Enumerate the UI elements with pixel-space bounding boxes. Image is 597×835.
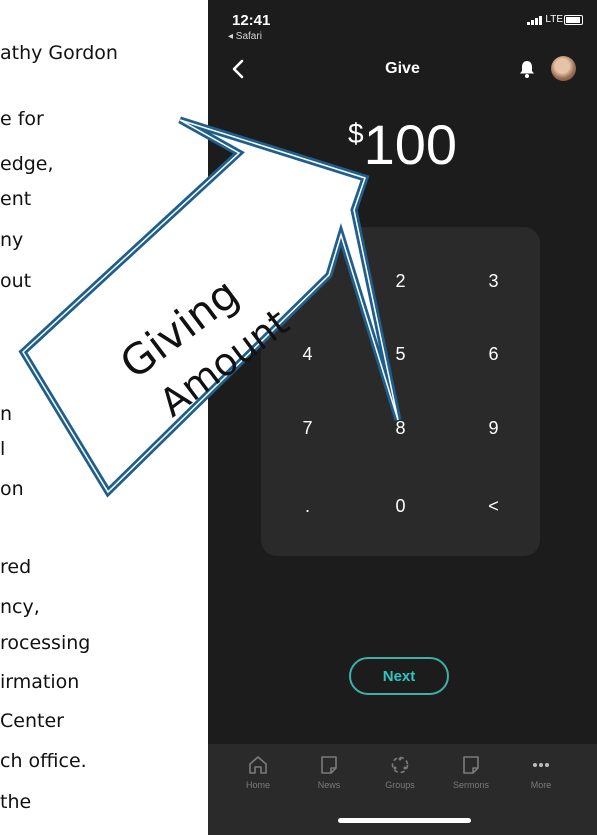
doc-line: the — [0, 791, 32, 813]
key-8[interactable]: 8 — [354, 389, 447, 467]
key-1[interactable]: 1 — [261, 242, 354, 320]
key-9[interactable]: 9 — [447, 389, 540, 467]
news-icon — [321, 756, 337, 774]
doc-line: athy Gordon — [0, 42, 118, 64]
back-to-app-link[interactable]: ◂ Safari — [228, 31, 262, 42]
tab-groups[interactable]: Groups — [365, 744, 435, 804]
status-time: 12:41 — [232, 12, 271, 29]
doc-line: e for — [0, 108, 44, 130]
key-0[interactable]: 0 — [354, 467, 447, 545]
key-decimal[interactable]: . — [261, 467, 354, 545]
doc-line: out — [0, 270, 32, 292]
tab-label: Home — [245, 780, 270, 790]
groups-icon — [391, 756, 409, 774]
more-icon — [533, 763, 549, 767]
doc-line: Center — [0, 710, 64, 732]
key-5[interactable]: 5 — [354, 315, 447, 393]
doc-line: n — [0, 403, 13, 425]
key-2[interactable]: 2 — [354, 242, 447, 320]
tab-label: More — [530, 780, 552, 790]
tab-more[interactable]: More — [506, 744, 576, 804]
doc-line: ny — [0, 229, 24, 251]
phone-screen: 12:41 ◂ Safari LTE Give $100 1 2 3 4 5 6… — [208, 0, 597, 835]
home-icon — [249, 756, 267, 774]
doc-line: red — [0, 556, 32, 578]
home-indicator — [338, 818, 471, 823]
bell-icon[interactable] — [517, 59, 537, 79]
key-backspace[interactable]: < — [447, 467, 540, 545]
key-4[interactable]: 4 — [261, 315, 354, 393]
next-button[interactable]: Next — [349, 657, 449, 695]
amount-value: 100 — [363, 113, 457, 176]
doc-line: ncy, — [0, 596, 40, 618]
doc-line: irmation — [0, 671, 80, 693]
doc-line: edge, — [0, 153, 54, 175]
number-keypad: 1 2 3 4 5 6 7 8 9 . 0 < — [261, 227, 540, 556]
tab-news[interactable]: News — [294, 744, 364, 804]
network-label: LTE — [545, 14, 563, 25]
nav-bar: Give — [208, 50, 597, 90]
doc-line: ent — [0, 188, 32, 210]
tab-label: News — [317, 780, 341, 790]
key-3[interactable]: 3 — [447, 242, 540, 320]
key-7[interactable]: 7 — [261, 389, 354, 467]
currency-symbol: $ — [347, 118, 364, 149]
doc-line: ch office. — [0, 750, 87, 772]
signal-icon — [527, 16, 542, 25]
tab-sermons[interactable]: Sermons — [436, 744, 506, 804]
status-bar: 12:41 ◂ Safari LTE — [208, 0, 597, 44]
doc-line: on — [0, 478, 24, 500]
battery-icon — [564, 15, 583, 25]
doc-line: l — [0, 438, 6, 460]
tab-home[interactable]: Home — [223, 744, 293, 804]
tab-label: Groups — [385, 780, 415, 790]
sermons-icon — [463, 756, 479, 774]
avatar[interactable] — [551, 56, 576, 81]
key-6[interactable]: 6 — [447, 315, 540, 393]
document-text: athy Gordon e for edge, ent ny out n l o… — [0, 0, 210, 835]
doc-line: rocessing — [0, 632, 91, 654]
page-title: Give — [385, 60, 420, 77]
tab-label: Sermons — [452, 780, 489, 790]
giving-amount-display: $100 — [208, 112, 597, 177]
